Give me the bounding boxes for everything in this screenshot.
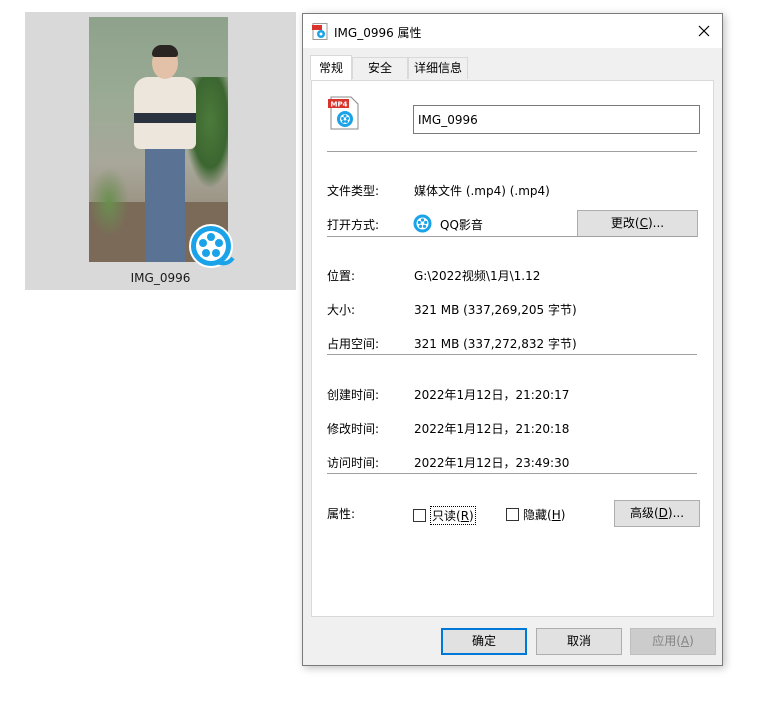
- open-with-value: QQ影音: [440, 218, 483, 232]
- mp4-badge-text: MP4: [331, 101, 348, 109]
- tab-general[interactable]: 常规: [310, 55, 352, 80]
- created-label: 创建时间:: [327, 388, 380, 402]
- readonly-checkbox-box[interactable]: [413, 509, 426, 522]
- change-button[interactable]: 更改(C)...: [577, 210, 698, 237]
- readonly-checkbox-label: 只读(R): [430, 506, 476, 525]
- tab-security[interactable]: 安全: [352, 57, 408, 79]
- accessed-label: 访问时间:: [327, 456, 380, 470]
- advanced-button[interactable]: 高级(D)...: [614, 500, 700, 527]
- tab-details[interactable]: 详细信息: [408, 57, 468, 79]
- properties-dialog: IMG_0996 属性 常规 安全 详细信息 MP4 文件类型: 媒体文件 (.…: [302, 13, 723, 666]
- file-name-label: IMG_0996: [130, 271, 191, 285]
- general-panel: MP4 文件类型: 媒体文件 (.mp4) (.mp4) 打开方式: QQ影音 …: [311, 80, 714, 617]
- separator: [327, 151, 697, 152]
- close-button[interactable]: [690, 18, 718, 44]
- mp4-file-icon: [312, 23, 328, 40]
- cancel-button[interactable]: 取消: [536, 628, 622, 655]
- modified-value: 2022年1月12日，21:20:18: [414, 422, 570, 436]
- hidden-label-suffix: ): [560, 508, 566, 522]
- file-type-label: 文件类型:: [327, 184, 380, 198]
- created-value: 2022年1月12日，21:20:17: [414, 388, 570, 402]
- thumbnail-sweater-stripe: [134, 113, 196, 123]
- size-label: 大小:: [327, 303, 356, 317]
- dialog-title: IMG_0996 属性: [334, 26, 422, 40]
- readonly-accesskey: R: [460, 509, 470, 523]
- advanced-button-suffix: )...: [667, 506, 685, 520]
- file-type-value: 媒体文件 (.mp4) (.mp4): [414, 184, 550, 198]
- close-icon: [698, 25, 710, 37]
- thumbnail-person-legs: [145, 147, 185, 262]
- readonly-label-suffix: ): [469, 509, 474, 523]
- size-value: 321 MB (337,269,205 字节): [414, 303, 577, 317]
- qq-player-icon: [413, 214, 432, 233]
- readonly-checkbox[interactable]: 只读(R): [413, 506, 476, 525]
- open-with-label: 打开方式:: [327, 218, 380, 232]
- apply-accesskey: A: [680, 634, 690, 648]
- change-button-label: 更改(: [610, 216, 640, 230]
- desktop-file-tile[interactable]: IMG_0996: [25, 12, 296, 290]
- qq-player-icon: [189, 224, 235, 268]
- thumbnail-plant-small: [89, 167, 129, 237]
- separator: [327, 473, 697, 474]
- location-label: 位置:: [327, 269, 356, 283]
- readonly-label-text: 只读(: [432, 509, 461, 523]
- dialog-titlebar[interactable]: IMG_0996 属性: [303, 14, 722, 48]
- hidden-accesskey: H: [551, 508, 561, 522]
- mp4-file-icon: MP4: [328, 96, 359, 130]
- apply-button[interactable]: 应用(A): [630, 628, 716, 655]
- size-on-disk-label: 占用空间:: [327, 337, 380, 351]
- attributes-label: 属性:: [327, 507, 356, 521]
- modified-label: 修改时间:: [327, 422, 380, 436]
- file-name-input[interactable]: [413, 105, 700, 134]
- accessed-value: 2022年1月12日，23:49:30: [414, 456, 570, 470]
- change-button-suffix: )...: [647, 216, 665, 230]
- hidden-checkbox-label: 隐藏(H): [523, 506, 565, 523]
- separator: [327, 236, 697, 237]
- apply-button-label: 应用(: [652, 634, 681, 648]
- thumbnail-person-hair: [152, 45, 178, 57]
- hidden-label-text: 隐藏(: [523, 508, 552, 522]
- hidden-checkbox[interactable]: 隐藏(H): [506, 506, 565, 523]
- ok-button[interactable]: 确定: [441, 628, 527, 655]
- size-on-disk-value: 321 MB (337,272,832 字节): [414, 337, 577, 351]
- advanced-button-label: 高级(: [629, 506, 659, 520]
- location-value: G:\2022视频\1月\1.12: [414, 269, 541, 283]
- hidden-checkbox-box[interactable]: [506, 508, 519, 521]
- separator: [327, 354, 697, 355]
- change-button-accesskey: C: [639, 216, 648, 230]
- apply-button-suffix: ): [689, 634, 694, 648]
- advanced-accesskey: D: [658, 506, 668, 520]
